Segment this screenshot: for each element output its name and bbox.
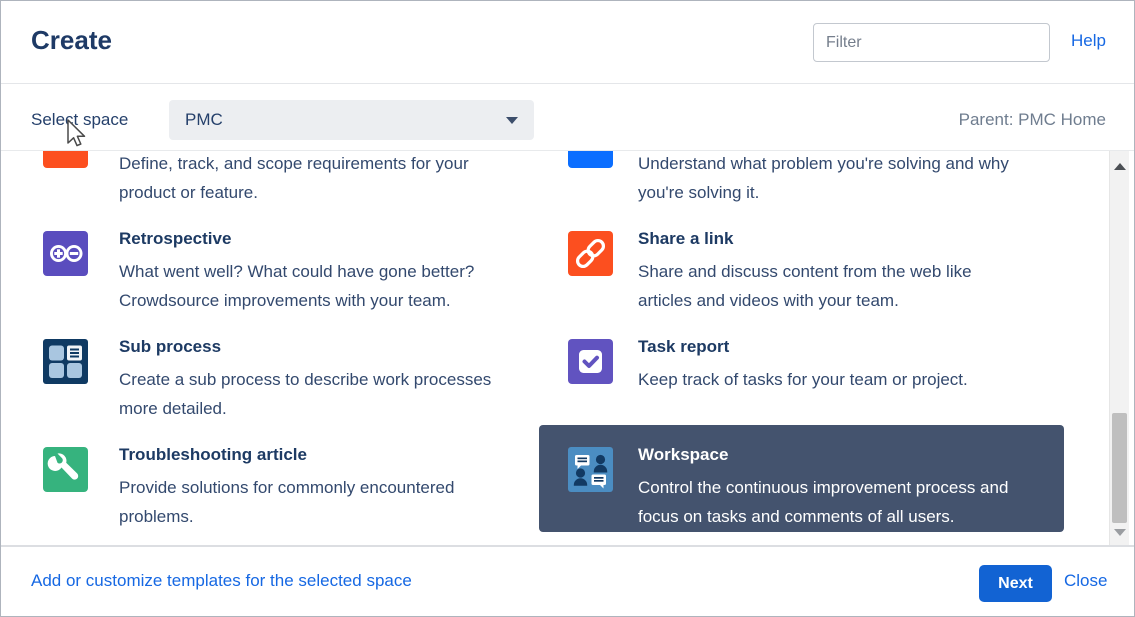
document-orange-icon: [43, 151, 88, 168]
template-title: Troubleshooting article: [119, 445, 517, 466]
template-column-right: Understand what problem you're solving a…: [568, 151, 1089, 546]
template-share-a-link[interactable]: Share a link Share and discuss content f…: [568, 229, 1089, 337]
template-troubleshooting-article[interactable]: Troubleshooting article Provide solution…: [43, 445, 568, 546]
template-description: What went well? What could have gone bet…: [119, 257, 517, 315]
template-list-viewport: Define, track, and scope requirements fo…: [1, 151, 1107, 546]
space-dropdown[interactable]: PMC: [169, 100, 534, 140]
people-chat-icon: [568, 447, 613, 492]
template-description: Create a sub process to describe work pr…: [119, 365, 517, 423]
link-icon: [568, 231, 613, 276]
scrollbar-thumb[interactable]: [1112, 413, 1127, 523]
filter-input[interactable]: [813, 23, 1050, 62]
template-product-requirements[interactable]: Define, track, and scope requirements fo…: [43, 151, 568, 229]
close-link[interactable]: Close: [1064, 571, 1107, 591]
checkbox-check-icon: [568, 339, 613, 384]
page-title: Create: [31, 25, 112, 56]
template-description: Understand what problem you're solving a…: [638, 151, 1016, 207]
customize-templates-link[interactable]: Add or customize templates for the selec…: [31, 571, 412, 591]
template-description: Provide solutions for commonly encounter…: [119, 473, 517, 531]
template-title: Retrospective: [119, 229, 517, 250]
parent-page-info: Parent: PMC Home: [959, 110, 1106, 130]
template-title: Share a link: [638, 229, 1016, 250]
document-blue-icon: [568, 151, 613, 168]
template-description: Share and discuss content from the web l…: [638, 257, 1016, 315]
plus-minus-icon: [43, 231, 88, 276]
space-dropdown-value: PMC: [185, 100, 223, 140]
help-link[interactable]: Help: [1071, 31, 1106, 51]
template-retrospective[interactable]: Retrospective What went well? What could…: [43, 229, 568, 337]
scroll-down-arrow-icon[interactable]: [1114, 529, 1126, 536]
scroll-up-arrow-icon[interactable]: [1114, 163, 1126, 170]
vertical-scrollbar[interactable]: [1109, 151, 1129, 546]
template-workspace-row: Workspace Control the continuous improve…: [568, 445, 1089, 546]
template-workspace[interactable]: Workspace Control the continuous improve…: [539, 425, 1064, 532]
template-problem-statement[interactable]: Understand what problem you're solving a…: [568, 151, 1089, 229]
template-sub-process[interactable]: Sub process Create a sub process to desc…: [43, 337, 568, 445]
dialog-header: Create Help: [1, 1, 1134, 84]
chevron-down-icon: [506, 117, 518, 124]
grid-document-icon: [43, 339, 88, 384]
select-space-label: Select space: [31, 110, 128, 130]
template-column-left: Define, track, and scope requirements fo…: [43, 151, 568, 546]
dialog-footer: Add or customize templates for the selec…: [1, 545, 1134, 616]
template-title: Workspace: [638, 445, 1016, 466]
template-description: Keep track of tasks for your team or pro…: [638, 365, 1016, 394]
wrench-icon: [43, 447, 88, 492]
template-description: Control the continuous improvement proce…: [638, 473, 1016, 531]
template-title: Task report: [638, 337, 1016, 358]
next-button[interactable]: Next: [979, 565, 1052, 602]
template-columns: Define, track, and scope requirements fo…: [43, 151, 1089, 546]
select-space-bar: Select space PMC Parent: PMC Home: [1, 85, 1134, 151]
template-title: Sub process: [119, 337, 517, 358]
template-description: Define, track, and scope requirements fo…: [119, 151, 517, 207]
